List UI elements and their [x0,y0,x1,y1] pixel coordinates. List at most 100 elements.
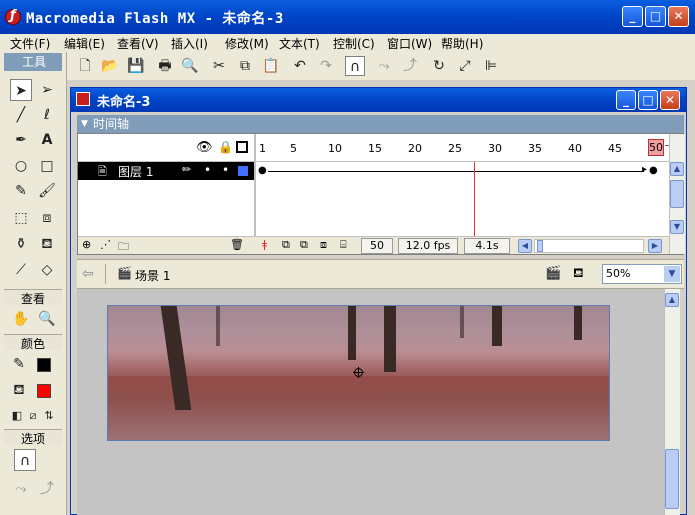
center-frame-icon[interactable]: ǂ [262,238,267,251]
eyedropper-tool-icon[interactable]: ⟋ [10,259,32,281]
menu-file[interactable]: 文件(F) [10,35,50,52]
add-guide-icon[interactable]: ⋰ [100,238,111,251]
menu-control[interactable]: 控制(C) [333,35,375,52]
stage-scroll-up-icon[interactable]: ▲ [665,293,679,307]
straighten-icon[interactable]: ⤴ [400,56,420,76]
stage-forest-image[interactable] [107,305,610,441]
stage-area[interactable] [77,289,668,515]
lock-dot-icon[interactable]: • [222,163,229,177]
scroll-thumb[interactable] [670,180,684,208]
arrow-tool-icon[interactable]: ➤ [10,79,32,101]
print-icon[interactable]: 🖶 [155,56,175,76]
straighten-option-icon[interactable]: ⤴ [36,478,58,500]
timeline-hscroll-track[interactable] [534,239,644,253]
onion-markers-icon[interactable]: ⌸ [340,238,347,252]
timeline-vscroll[interactable]: ▲ ▼ [669,134,685,254]
hscroll-thumb[interactable] [537,240,543,252]
frame-ruler[interactable]: 1 5 10 15 20 25 30 35 40 45 50 ⊣ [256,134,673,162]
redo-icon[interactable]: ↷ [316,56,336,76]
smooth-icon[interactable]: ⤳ [374,56,394,76]
oval-tool-icon[interactable]: ○ [10,155,32,177]
scroll-down-icon[interactable]: ▼ [670,220,684,234]
outline-icon[interactable] [236,141,248,153]
menu-text[interactable]: 文本(T) [279,35,320,52]
scroll-up-icon[interactable]: ▲ [670,162,684,176]
frame-rate-field[interactable]: 12.0 fps [398,238,458,254]
print-preview-icon[interactable]: 🔍 [180,56,200,76]
rectangle-tool-icon[interactable]: □ [36,155,58,177]
registration-point-icon[interactable] [353,367,364,378]
collapse-arrow-icon[interactable]: ▼ [81,115,88,133]
end-keyframe-icon[interactable]: ● [649,165,658,176]
lock-icon[interactable]: 🔒 [218,140,233,154]
zoom-select[interactable]: 50% ▼ [602,264,682,284]
free-transform-tool-icon[interactable]: ⬚ [10,207,32,229]
hscroll-left-icon[interactable]: ◀ [518,239,532,253]
timeline-header[interactable]: ▼ 时间轴 [77,115,684,133]
minimize-button[interactable]: _ [622,6,643,27]
rotate-icon[interactable]: ↻ [429,56,449,76]
add-folder-icon[interactable]: 🗀 [118,238,129,257]
swap-colors-icon[interactable]: ⇅ [38,405,60,427]
zoom-tool-icon[interactable]: 🔍 [36,308,58,330]
pen-tool-icon[interactable]: ✒ [10,129,32,151]
visibility-dot-icon[interactable]: • [204,163,211,177]
fill-transform-tool-icon[interactable]: ⧈ [36,207,58,229]
smooth-option-icon[interactable]: ⤳ [10,478,32,500]
pencil-tool-icon[interactable]: ✎ [10,180,32,202]
brush-tool-icon[interactable]: 🖌 [36,180,58,202]
menu-insert[interactable]: 插入(I) [171,35,208,52]
chevron-down-icon[interactable]: ▼ [664,266,680,282]
new-file-icon[interactable]: 🗋 [75,56,95,76]
text-tool-icon[interactable]: A [36,129,58,151]
menu-view[interactable]: 查看(V) [117,35,159,52]
copy-icon[interactable]: ⧉ [235,56,255,76]
lasso-tool-icon[interactable]: ℓ [36,104,58,126]
paint-bucket-tool-icon[interactable]: ⛾ [36,233,58,255]
back-arrow-icon[interactable]: ⇦ [82,266,94,282]
scene-name[interactable]: 场景 1 [135,267,170,284]
eraser-tool-icon[interactable]: ◇ [36,259,58,281]
menu-help[interactable]: 帮助(H) [441,35,483,52]
menu-modify[interactable]: 修改(M) [225,35,269,52]
stroke-color-swatch[interactable] [37,358,51,372]
stage-scroll-thumb[interactable] [665,449,679,509]
cut-icon[interactable]: ✂ [209,56,229,76]
line-tool-icon[interactable]: ╱ [10,104,32,126]
hand-tool-icon[interactable]: ✋ [10,308,32,330]
frame-track[interactable]: ● ▸ ● [256,162,669,180]
save-icon[interactable]: 💾 [126,56,146,76]
fill-color-swatch[interactable] [37,384,51,398]
subselect-tool-icon[interactable]: ➢ [36,79,58,101]
snap-magnet-icon[interactable]: ∩ [345,56,365,76]
open-file-icon[interactable]: 📂 [100,56,120,76]
edit-scene-icon[interactable]: 🎬 [545,266,561,281]
edit-multiple-icon[interactable]: ⧈ [320,238,327,252]
close-button[interactable]: ✕ [668,6,689,27]
delete-layer-icon[interactable]: 🗑 [230,238,244,251]
onion-skin-icon[interactable]: ⧉ [282,238,290,252]
undo-icon[interactable]: ↶ [290,56,310,76]
align-icon[interactable]: ⊫ [481,56,501,76]
edit-symbol-icon[interactable]: ⛾ [573,266,584,283]
scale-icon[interactable]: ⤢ [455,56,475,76]
ink-bottle-tool-icon[interactable]: ⚱ [10,233,32,255]
menu-window[interactable]: 窗口(W) [387,35,432,52]
flash-logo-icon [5,8,21,25]
hscroll-right-icon[interactable]: ▶ [648,239,662,253]
onion-outline-icon[interactable]: ⧉ [300,238,308,252]
keyframe-icon[interactable]: ● [258,165,267,176]
doc-minimize-button[interactable]: _ [616,90,636,110]
menu-edit[interactable]: 编辑(E) [64,35,105,52]
add-layer-icon[interactable]: ⊕ [82,238,91,251]
doc-maximize-button[interactable]: □ [638,90,658,110]
doc-close-button[interactable]: ✕ [660,90,680,110]
stage-vscroll[interactable]: ▲ [664,289,680,515]
layer-row[interactable]: 🗎 图层 1 ✏ • • [78,162,254,180]
maximize-button[interactable]: □ [645,6,666,27]
paste-icon[interactable]: 📋 [261,56,281,76]
playhead-label[interactable]: 50 [648,139,664,156]
snap-option-icon[interactable]: ∩ [14,449,36,471]
eye-icon[interactable]: 👁 [196,140,213,155]
outline-color-icon[interactable] [238,166,248,176]
